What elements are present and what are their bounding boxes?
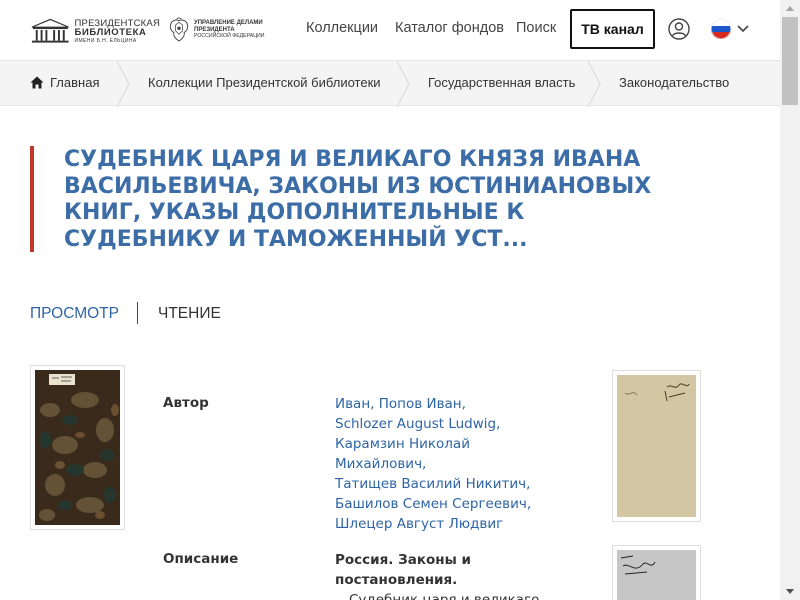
home-icon xyxy=(30,76,44,89)
book-cover-thumbnail[interactable] xyxy=(30,365,125,530)
logo-line-3: ИМЕНИ Б.Н. ЕЛЬЦИНА xyxy=(74,37,137,44)
breadcrumb: Главная Коллекции Президентской библиоте… xyxy=(0,60,780,107)
nav-catalog[interactable]: Каталог фондов xyxy=(395,20,504,36)
tab-divider xyxy=(137,302,138,324)
description-text: Россия. Законы и постановления. Судебник… xyxy=(335,550,565,600)
description-heading-line: постановления. xyxy=(335,572,458,588)
breadcrumb-collections[interactable]: Коллекции Президентской библиотеки xyxy=(148,75,381,90)
author-link[interactable]: Шлецер Август Людвиг xyxy=(335,514,595,534)
breadcrumb-home-label: Главная xyxy=(50,75,100,90)
author-list: Иван, Попов Иван, Schlozer August Ludwig… xyxy=(335,394,595,534)
page-scan-image xyxy=(617,375,696,517)
author-link[interactable]: Михайлович, xyxy=(335,454,595,474)
marbled-cover-image xyxy=(35,370,120,525)
library-building-icon xyxy=(31,18,69,43)
chevron-down-icon[interactable] xyxy=(737,25,749,33)
scroll-down-arrow-icon[interactable] xyxy=(780,583,800,600)
description-label: Описание xyxy=(163,551,239,567)
breadcrumb-separator-icon xyxy=(587,61,601,107)
title-accent-bar xyxy=(30,146,34,252)
author-link[interactable]: Schlozer August Ludwig, xyxy=(335,414,595,434)
page-thumbnail-1[interactable] xyxy=(612,370,701,522)
page-title: Судебник царя и великаго князя Ивана Вас… xyxy=(64,147,652,252)
presidential-library-logo[interactable]: ПРЕЗИДЕНТСКАЯ БИБЛИОТЕКА ИМЕНИ Б.Н. ЕЛЬЦ… xyxy=(30,16,160,46)
site-header: ПРЕЗИДЕНТСКАЯ БИБЛИОТЕКА ИМЕНИ Б.Н. ЕЛЬЦ… xyxy=(0,0,780,60)
admin-logo-line-2: РОССИЙСКОЙ ФЕДЕРАЦИИ xyxy=(194,32,265,39)
page-thumbnail-2[interactable] xyxy=(612,545,701,600)
logo-line-2: БИБЛИОТЕКА xyxy=(74,27,147,38)
author-link[interactable]: Татищев Василий Никитич, xyxy=(335,474,595,494)
page-scan-image xyxy=(617,550,696,600)
author-link[interactable]: Башилов Семен Сергеевич, xyxy=(335,494,595,514)
breadcrumb-government[interactable]: Государственная власть xyxy=(428,75,575,90)
nav-search[interactable]: Поиск xyxy=(516,20,556,36)
breadcrumb-legislation[interactable]: Законодательство xyxy=(619,75,729,90)
breadcrumb-separator-icon xyxy=(396,61,410,107)
double-headed-eagle-emblem-icon xyxy=(169,17,189,42)
scrollbar-thumb[interactable] xyxy=(782,17,798,105)
breadcrumb-separator-icon xyxy=(116,61,130,107)
description-heading-line: Россия. Законы и xyxy=(335,552,471,568)
tab-view[interactable]: ПРОСМОТР xyxy=(30,305,119,323)
description-body: Судебник царя и великаго xyxy=(349,592,540,600)
author-label: Автор xyxy=(163,395,209,411)
breadcrumb-home[interactable]: Главная xyxy=(30,75,99,90)
tab-read[interactable]: ЧТЕНИЕ xyxy=(158,305,221,323)
user-icon[interactable] xyxy=(668,18,690,40)
scroll-up-arrow-icon[interactable] xyxy=(780,0,800,17)
author-link[interactable]: Иван, Попов Иван, xyxy=(335,394,595,414)
presidential-administration-logo[interactable]: УПРАВЛЕНИЕ ДЕЛАМИ ПРЕЗИДЕНТА РОССИЙСКОЙ … xyxy=(168,14,288,46)
tv-channel-button[interactable]: ТВ канал xyxy=(570,9,655,49)
russian-flag-icon[interactable] xyxy=(711,19,731,39)
author-link[interactable]: Карамзин Николай xyxy=(335,434,595,454)
nav-collections[interactable]: Коллекции xyxy=(306,20,378,36)
admin-logo-line-1: УПРАВЛЕНИЕ ДЕЛАМИ ПРЕЗИДЕНТА xyxy=(194,20,263,34)
